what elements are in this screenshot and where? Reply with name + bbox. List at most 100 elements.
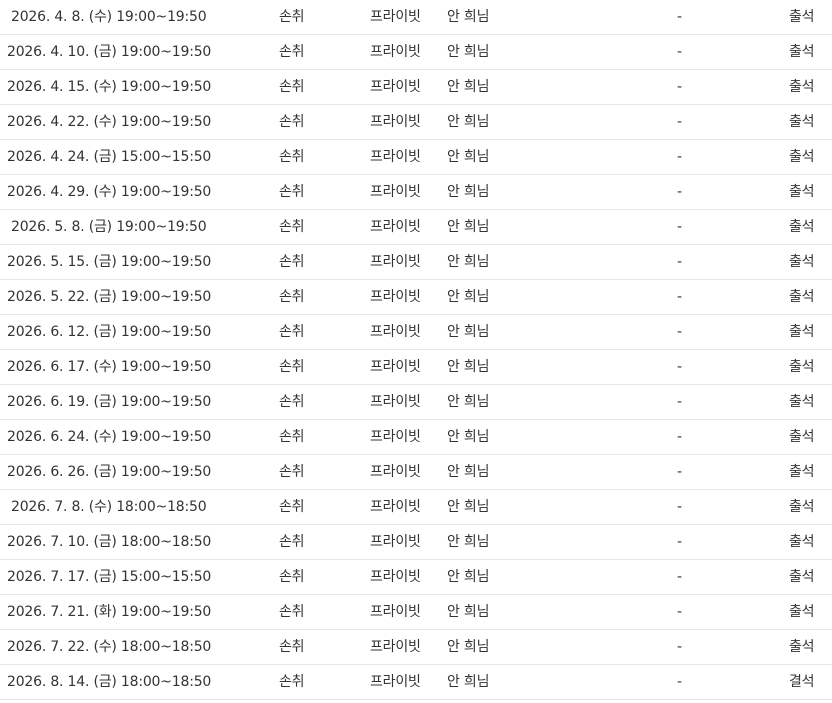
session-date-cell: 2026. 7. 22. (수) 18:00~18:50 [7,639,212,655]
session-type-cell: 손취 [279,674,305,690]
session-date-cell: 2026. 5. 22. (금) 19:00~19:50 [7,289,212,305]
attendance-status-cell: 출석 [789,464,815,480]
teacher-name-cell: 안 희님 [447,639,490,655]
session-date-cell: 2026. 7. 8. (수) 18:00~18:50 [11,499,207,515]
note-cell: - [677,499,682,515]
teacher-name-cell: 안 희님 [447,324,490,340]
table-row: 2026. 6. 24. (수) 19:00~19:50 손취 프라이빗 안 희님 - 출… [0,420,832,455]
note-cell: - [677,9,682,25]
attendance-status-cell: 출석 [789,394,815,410]
lesson-kind-cell: 프라이빗 [370,149,421,165]
attendance-status-cell: 출석 [789,359,815,375]
session-type-cell: 손취 [279,394,305,410]
note-cell: - [677,44,682,60]
session-date-cell: 2026. 6. 24. (수) 19:00~19:50 [7,429,212,445]
table-row: 2026. 6. 19. (금) 19:00~19:50 손취 프라이빗 안 희님 - 출… [0,385,832,420]
session-type-cell: 손취 [279,324,305,340]
session-date-cell: 2026. 5. 15. (금) 19:00~19:50 [7,254,212,270]
lesson-kind-cell: 프라이빗 [370,639,421,655]
teacher-name-cell: 안 희님 [447,149,490,165]
note-cell: - [677,184,682,200]
attendance-status-cell: 출석 [789,639,815,655]
table-row: 2026. 7. 21. (화) 19:00~19:50 손취 프라이빗 안 희님 - 출… [0,595,832,630]
session-date-cell: 2026. 6. 12. (금) 19:00~19:50 [7,324,212,340]
session-type-cell: 손취 [279,289,305,305]
teacher-name-cell: 안 희님 [447,534,490,550]
note-cell: - [677,289,682,305]
session-type-cell: 손취 [279,219,305,235]
table-row: 2026. 7. 17. (금) 15:00~15:50 손취 프라이빗 안 희님 - 출… [0,560,832,595]
lesson-kind-cell: 프라이빗 [370,674,421,690]
lesson-kind-cell: 프라이빗 [370,464,421,480]
teacher-name-cell: 안 희님 [447,429,490,445]
table-row: 2026. 4. 22. (수) 19:00~19:50 손취 프라이빗 안 희님 - 출… [0,105,832,140]
lesson-kind-cell: 프라이빗 [370,9,421,25]
lesson-kind-cell: 프라이빗 [370,289,421,305]
session-date-cell: 2026. 7. 10. (금) 18:00~18:50 [7,534,212,550]
teacher-name-cell: 안 희님 [447,289,490,305]
table-row: 2026. 7. 8. (수) 18:00~18:50 손취 프라이빗 안 희님 - 출석 [0,490,832,525]
attendance-status-cell: 출석 [789,44,815,60]
note-cell: - [677,429,682,445]
session-type-cell: 손취 [279,639,305,655]
session-type-cell: 손취 [279,604,305,620]
note-cell: - [677,149,682,165]
attendance-status-cell: 출석 [789,499,815,515]
session-date-cell: 2026. 5. 8. (금) 19:00~19:50 [11,219,207,235]
table-row: 2026. 7. 22. (수) 18:00~18:50 손취 프라이빗 안 희님 - 출… [0,630,832,665]
attendance-status-cell: 출석 [789,289,815,305]
session-date-cell: 2026. 4. 10. (금) 19:00~19:50 [7,44,212,60]
table-row: 2026. 6. 12. (금) 19:00~19:50 손취 프라이빗 안 희님 - 출… [0,315,832,350]
lesson-kind-cell: 프라이빗 [370,324,421,340]
teacher-name-cell: 안 희님 [447,604,490,620]
table-row: 2026. 4. 24. (금) 15:00~15:50 손취 프라이빗 안 희님 - 출… [0,140,832,175]
teacher-name-cell: 안 희님 [447,359,490,375]
session-type-cell: 손취 [279,79,305,95]
table-row: 2026. 5. 22. (금) 19:00~19:50 손취 프라이빗 안 희님 - 출… [0,280,832,315]
teacher-name-cell: 안 희님 [447,499,490,515]
table-row: 2026. 4. 10. (금) 19:00~19:50 손취 프라이빗 안 희님 - 출… [0,35,832,70]
table-row: 2026. 7. 10. (금) 18:00~18:50 손취 프라이빗 안 희님 - 출… [0,525,832,560]
lesson-kind-cell: 프라이빗 [370,254,421,270]
session-type-cell: 손취 [279,254,305,270]
lesson-kind-cell: 프라이빗 [370,359,421,375]
session-type-cell: 손취 [279,569,305,585]
attendance-status-cell: 출석 [789,604,815,620]
lesson-kind-cell: 프라이빗 [370,184,421,200]
teacher-name-cell: 안 희님 [447,254,490,270]
note-cell: - [677,79,682,95]
attendance-status-cell: 출석 [789,149,815,165]
session-type-cell: 손취 [279,184,305,200]
attendance-status-cell: 결석 [789,674,815,690]
lesson-kind-cell: 프라이빗 [370,534,421,550]
note-cell: - [677,219,682,235]
note-cell: - [677,674,682,690]
teacher-name-cell: 안 희님 [447,674,490,690]
note-cell: - [677,254,682,270]
lesson-kind-cell: 프라이빗 [370,499,421,515]
note-cell: - [677,639,682,655]
lesson-kind-cell: 프라이빗 [370,114,421,130]
attendance-table: 2026. 4. 8. (수) 19:00~19:50 손취 프라이빗 안 희님 - 출석… [0,0,832,700]
table-row: 2026. 6. 26. (금) 19:00~19:50 손취 프라이빗 안 희님 - 출… [0,455,832,490]
table-row: 2026. 6. 17. (수) 19:00~19:50 손취 프라이빗 안 희님 - 출… [0,350,832,385]
attendance-status-cell: 출석 [789,324,815,340]
attendance-status-cell: 출석 [789,569,815,585]
note-cell: - [677,114,682,130]
note-cell: - [677,534,682,550]
attendance-status-cell: 출석 [789,254,815,270]
session-type-cell: 손취 [279,534,305,550]
attendance-status-cell: 출석 [789,429,815,445]
table-row: 2026. 5. 15. (금) 19:00~19:50 손취 프라이빗 안 희님 - 출… [0,245,832,280]
note-cell: - [677,604,682,620]
attendance-status-cell: 출석 [789,219,815,235]
teacher-name-cell: 안 희님 [447,569,490,585]
session-type-cell: 손취 [279,44,305,60]
lesson-kind-cell: 프라이빗 [370,604,421,620]
session-date-cell: 2026. 4. 8. (수) 19:00~19:50 [11,9,207,25]
teacher-name-cell: 안 희님 [447,114,490,130]
session-type-cell: 손취 [279,499,305,515]
note-cell: - [677,359,682,375]
session-date-cell: 2026. 4. 22. (수) 19:00~19:50 [7,114,212,130]
session-type-cell: 손취 [279,114,305,130]
